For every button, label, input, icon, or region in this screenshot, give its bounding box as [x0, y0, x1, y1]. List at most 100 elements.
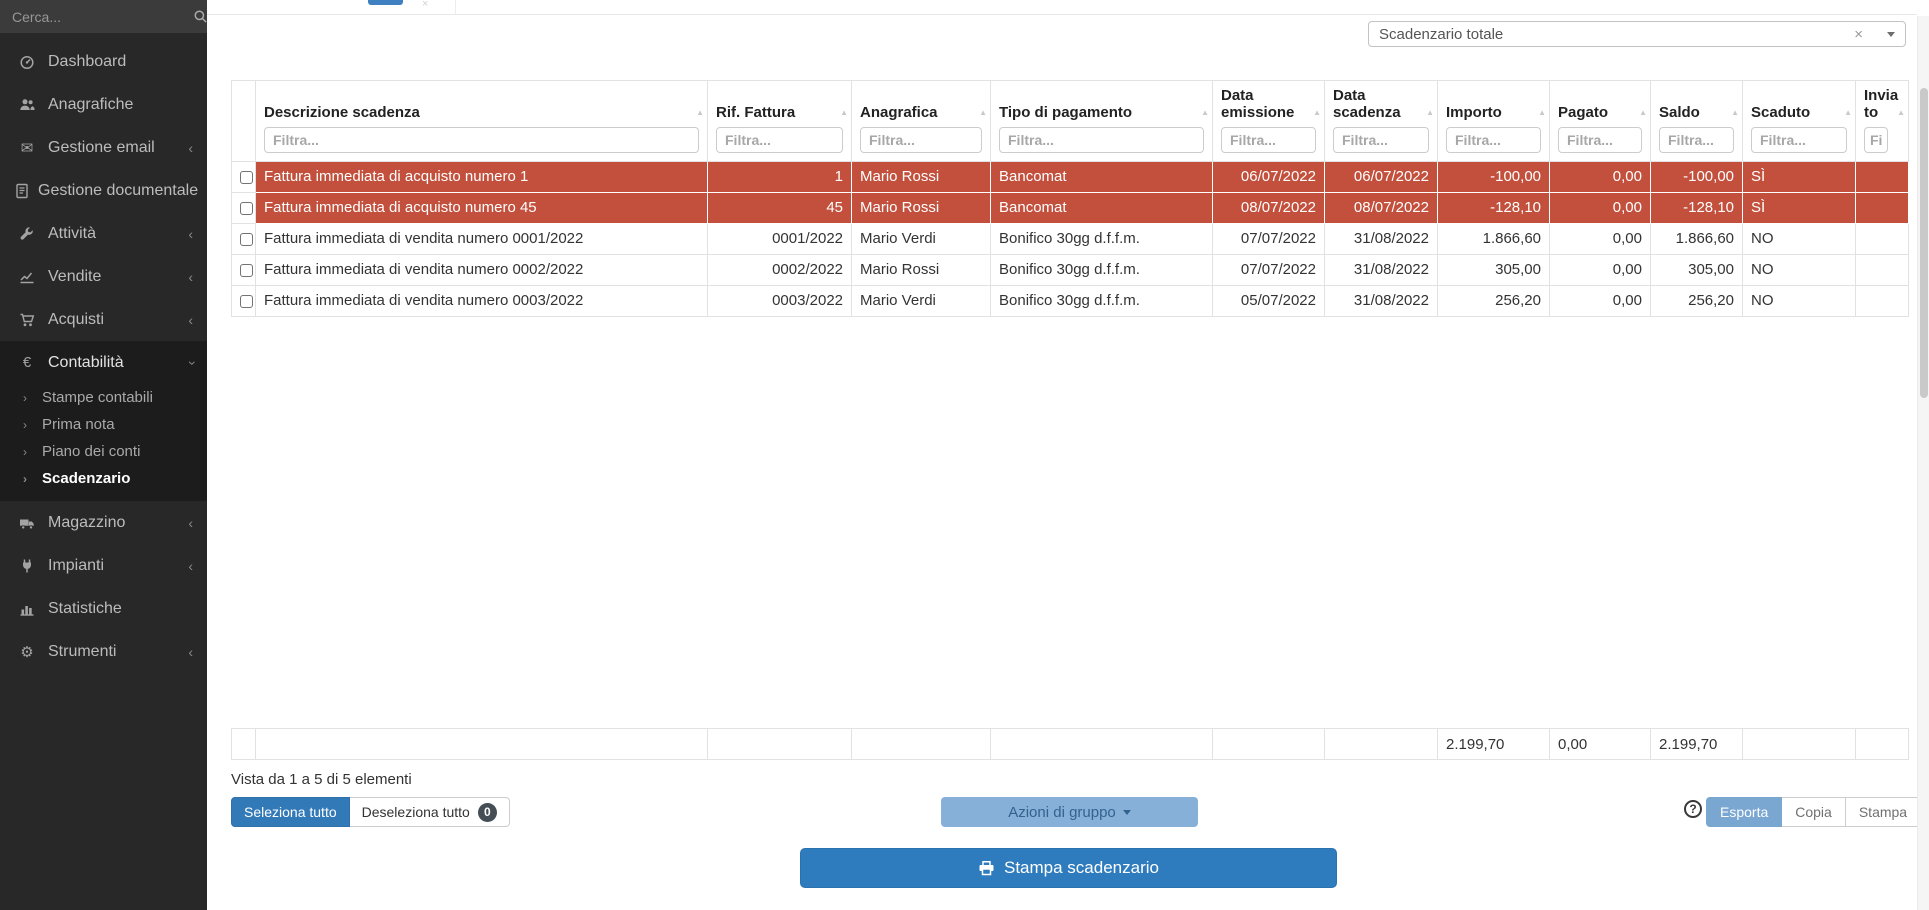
cell-rif-fattura: 0002/2022	[708, 254, 852, 285]
help-icon[interactable]: ?	[1684, 800, 1702, 818]
filter-data-emissione-input[interactable]	[1221, 127, 1316, 153]
table-row[interactable]: Fattura immediata di vendita numero 0002…	[232, 254, 1909, 285]
cell-anagrafica: Mario Rossi	[852, 254, 991, 285]
col-header-scaduto[interactable]: ▲Scaduto	[1743, 81, 1856, 162]
copy-button[interactable]: Copia	[1782, 797, 1846, 827]
sidebar-item-statistiche[interactable]: Statistiche	[0, 587, 207, 630]
sidebar-item-vendite[interactable]: Vendite ‹	[0, 255, 207, 298]
row-checkbox[interactable]	[240, 233, 253, 246]
cell-descrizione: Fattura immediata di acquisto numero 45	[256, 192, 708, 223]
sidebar-subitem-label: Piano dei conti	[42, 443, 140, 460]
export-button[interactable]: Esporta	[1706, 797, 1782, 827]
cell-tipo-pagamento: Bonifico 30gg d.f.f.m.	[991, 254, 1213, 285]
row-checkbox[interactable]	[240, 264, 253, 277]
search-input[interactable]	[12, 9, 193, 25]
filter-data-scadenza-input[interactable]	[1333, 127, 1429, 153]
sort-icon: ▲	[1844, 108, 1852, 117]
sidebar-item-label: Contabilità	[48, 354, 188, 372]
euro-icon: €	[14, 354, 40, 371]
filter-inviato-input[interactable]	[1864, 127, 1888, 153]
sidebar-subitem-prima-nota[interactable]: › Prima nota	[0, 411, 207, 438]
filter-descrizione-input[interactable]	[264, 127, 699, 153]
col-header-pagato[interactable]: ▲Pagato	[1550, 81, 1651, 162]
deselect-count-badge: 0	[478, 803, 497, 822]
table-row[interactable]: Fattura immediata di acquisto numero 1 1…	[232, 161, 1909, 192]
filter-tipo-pagamento-input[interactable]	[999, 127, 1204, 153]
scope-select-value: Scadenzario totale	[1379, 26, 1854, 43]
cell-inviato	[1856, 254, 1909, 285]
sidebar-search[interactable]	[0, 0, 207, 33]
vertical-scrollbar[interactable]	[1917, 16, 1929, 910]
sidebar-item-magazzino[interactable]: Magazzino ‹	[0, 501, 207, 544]
sidebar-item-gestione-documentale[interactable]: Gestione documentale	[0, 169, 207, 212]
chevron-right-icon: ›	[23, 391, 27, 405]
tab-close-icon[interactable]: ×	[422, 0, 428, 10]
filter-pagato-input[interactable]	[1558, 127, 1642, 153]
scrollbar-thumb[interactable]	[1920, 88, 1928, 398]
filter-rif-fattura-input[interactable]	[716, 127, 843, 153]
sort-icon: ▲	[979, 108, 987, 117]
deselect-all-button[interactable]: Deseleziona tutto 0	[350, 797, 510, 827]
chevron-right-icon: ›	[23, 418, 27, 432]
row-checkbox[interactable]	[240, 295, 253, 308]
table-row[interactable]: Fattura immediata di vendita numero 0003…	[232, 285, 1909, 316]
cell-rif-fattura: 45	[708, 192, 852, 223]
sidebar-subitem-stampe-contabili[interactable]: › Stampe contabili	[0, 384, 207, 411]
cell-tipo-pagamento: Bancomat	[991, 192, 1213, 223]
table-row[interactable]: Fattura immediata di acquisto numero 45 …	[232, 192, 1909, 223]
col-header-rif-fattura[interactable]: ▲Rif. Fattura	[708, 81, 852, 162]
cell-pagato: 0,00	[1550, 254, 1651, 285]
totals-row: 2.199,70 0,00 2.199,70	[231, 728, 1909, 760]
filter-scaduto-input[interactable]	[1751, 127, 1847, 153]
sidebar-item-impianti[interactable]: Impianti ‹	[0, 544, 207, 587]
col-header-saldo[interactable]: ▲Saldo	[1651, 81, 1743, 162]
table-row[interactable]: Fattura immediata di vendita numero 0001…	[232, 223, 1909, 254]
filter-anagrafica-input[interactable]	[860, 127, 982, 153]
sidebar-item-label: Anagrafiche	[48, 96, 193, 114]
row-checkbox[interactable]	[240, 202, 253, 215]
filter-importo-input[interactable]	[1446, 127, 1541, 153]
col-header-data-scadenza[interactable]: ▲Data scadenza	[1325, 81, 1438, 162]
cell-data-scadenza: 31/08/2022	[1325, 285, 1438, 316]
select-column-header	[232, 81, 256, 162]
cell-data-scadenza: 31/08/2022	[1325, 223, 1438, 254]
filter-saldo-input[interactable]	[1659, 127, 1734, 153]
sidebar-item-strumenti[interactable]: ⚙ Strumenti ‹	[0, 630, 207, 673]
group-actions-button[interactable]: Azioni di gruppo	[941, 797, 1198, 827]
clear-icon[interactable]: ×	[1854, 26, 1863, 43]
sidebar-item-attivita[interactable]: Attività ‹	[0, 212, 207, 255]
col-header-descrizione[interactable]: ▲Descrizione scadenza	[256, 81, 708, 162]
col-header-data-emissione[interactable]: ▲Data emissione	[1213, 81, 1325, 162]
cell-data-scadenza: 31/08/2022	[1325, 254, 1438, 285]
cell-inviato	[1856, 192, 1909, 223]
cell-scaduto: SÌ	[1743, 192, 1856, 223]
select-all-button[interactable]: Seleziona tutto	[231, 797, 350, 827]
col-header-importo[interactable]: ▲Importo	[1438, 81, 1550, 162]
cell-tipo-pagamento: Bancomat	[991, 161, 1213, 192]
wrench-icon	[14, 226, 40, 242]
cell-pagato: 0,00	[1550, 285, 1651, 316]
sidebar-item-dashboard[interactable]: Dashboard	[0, 40, 207, 83]
col-header-tipo-pagamento[interactable]: ▲Tipo di pagamento	[991, 81, 1213, 162]
sidebar-subitem-scadenzario[interactable]: › Scadenzario	[0, 465, 207, 492]
sidebar-item-gestione-email[interactable]: ✉ Gestione email ‹	[0, 126, 207, 169]
sidebar-item-contabilita[interactable]: € Contabilità ‹	[0, 341, 207, 384]
print-schedule-button[interactable]: Stampa scadenzario	[800, 848, 1337, 888]
print-button[interactable]: Stampa	[1846, 797, 1921, 827]
scope-select[interactable]: Scadenzario totale ×	[1368, 21, 1906, 47]
magnifier-icon[interactable]	[193, 9, 208, 24]
row-checkbox[interactable]	[240, 171, 253, 184]
active-tab-indicator[interactable]	[368, 0, 403, 5]
sidebar-item-label: Statistiche	[48, 600, 193, 618]
sidebar-item-label: Magazzino	[48, 514, 188, 532]
col-header-inviato[interactable]: ▲Inviato	[1856, 81, 1909, 162]
sort-icon: ▲	[1639, 108, 1647, 117]
col-header-anagrafica[interactable]: ▲Anagrafica	[852, 81, 991, 162]
tab-strip: ×	[207, 0, 1917, 15]
truck-icon	[14, 515, 40, 531]
sidebar-item-acquisti[interactable]: Acquisti ‹	[0, 298, 207, 341]
sidebar-subitem-label: Stampe contabili	[42, 389, 153, 406]
sidebar-item-anagrafiche[interactable]: Anagrafiche	[0, 83, 207, 126]
sidebar-subitem-piano-dei-conti[interactable]: › Piano dei conti	[0, 438, 207, 465]
sort-icon: ▲	[696, 108, 704, 117]
